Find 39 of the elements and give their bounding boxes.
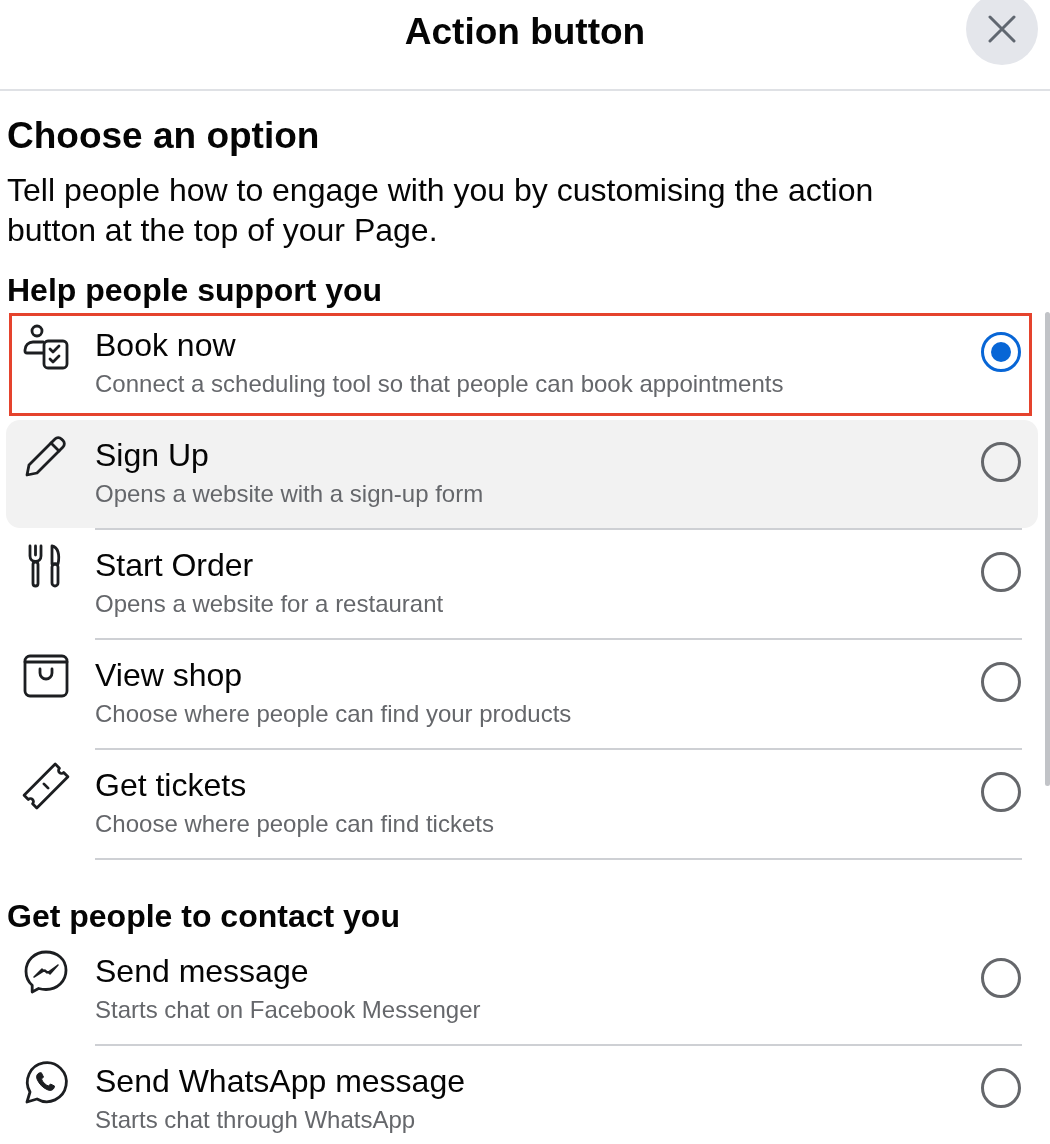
option-description: Opens a website for a restaurant — [95, 589, 445, 619]
dialog-title: Action button — [404, 10, 646, 54]
option-description: Starts chat on Facebook Messenger — [95, 995, 482, 1025]
radio-button[interactable] — [981, 958, 1021, 998]
option-item[interactable]: Send message Starts chat on Facebook Messenger — [6, 936, 1038, 1044]
option-item[interactable]: Start Order Opens a website for a restaurant — [6, 530, 1038, 638]
option-description: Starts chat through WhatsApp — [95, 1105, 417, 1135]
option-title: Sign Up — [95, 437, 210, 473]
description-text: Tell people how to engage with you by customising the action button at the top of your Page. — [7, 171, 875, 250]
option-description: Choose where people can find your products — [95, 699, 573, 729]
option-description: Connect a scheduling tool so that people can book appointments — [95, 369, 785, 399]
option-item[interactable]: Get tickets Choose where people can find tickets — [6, 750, 1038, 858]
option-item[interactable]: View shop Choose where people can find your products — [6, 640, 1038, 748]
option-title: Book now — [95, 327, 237, 363]
person-checklist-icon — [22, 322, 70, 370]
shopping-bag-icon — [22, 652, 70, 700]
radio-button[interactable] — [981, 772, 1021, 812]
option-title: Start Order — [95, 547, 255, 583]
section-heading: Get people to contact you — [6, 897, 401, 936]
radio-button[interactable] — [981, 662, 1021, 702]
option-description: Choose where people can find tickets — [95, 809, 495, 839]
chat-bolt-icon — [22, 948, 70, 996]
option-title: Send WhatsApp message — [95, 1063, 466, 1099]
option-title: View shop — [95, 657, 244, 693]
section-heading: Help people support you — [6, 271, 384, 310]
option-description: Opens a website with a sign-up form — [95, 479, 485, 509]
radio-button[interactable] — [981, 552, 1021, 592]
radio-button[interactable] — [981, 332, 1021, 372]
page-heading: Choose an option — [7, 114, 321, 158]
option-title: Send message — [95, 953, 310, 989]
option-item[interactable]: Send WhatsApp message Starts chat through WhatsApp — [6, 1046, 1038, 1144]
option-title: Get tickets — [95, 767, 248, 803]
radio-button[interactable] — [981, 1068, 1021, 1108]
option-item[interactable]: Sign Up Opens a website with a sign-up form — [6, 420, 1038, 528]
ticket-icon — [22, 762, 70, 810]
close-icon — [988, 15, 1016, 43]
radio-button[interactable] — [981, 442, 1021, 482]
option-item[interactable]: Book now Connect a scheduling tool so that people can book appointments — [6, 310, 1038, 418]
scrollbar-thumb[interactable] — [1045, 312, 1050, 786]
